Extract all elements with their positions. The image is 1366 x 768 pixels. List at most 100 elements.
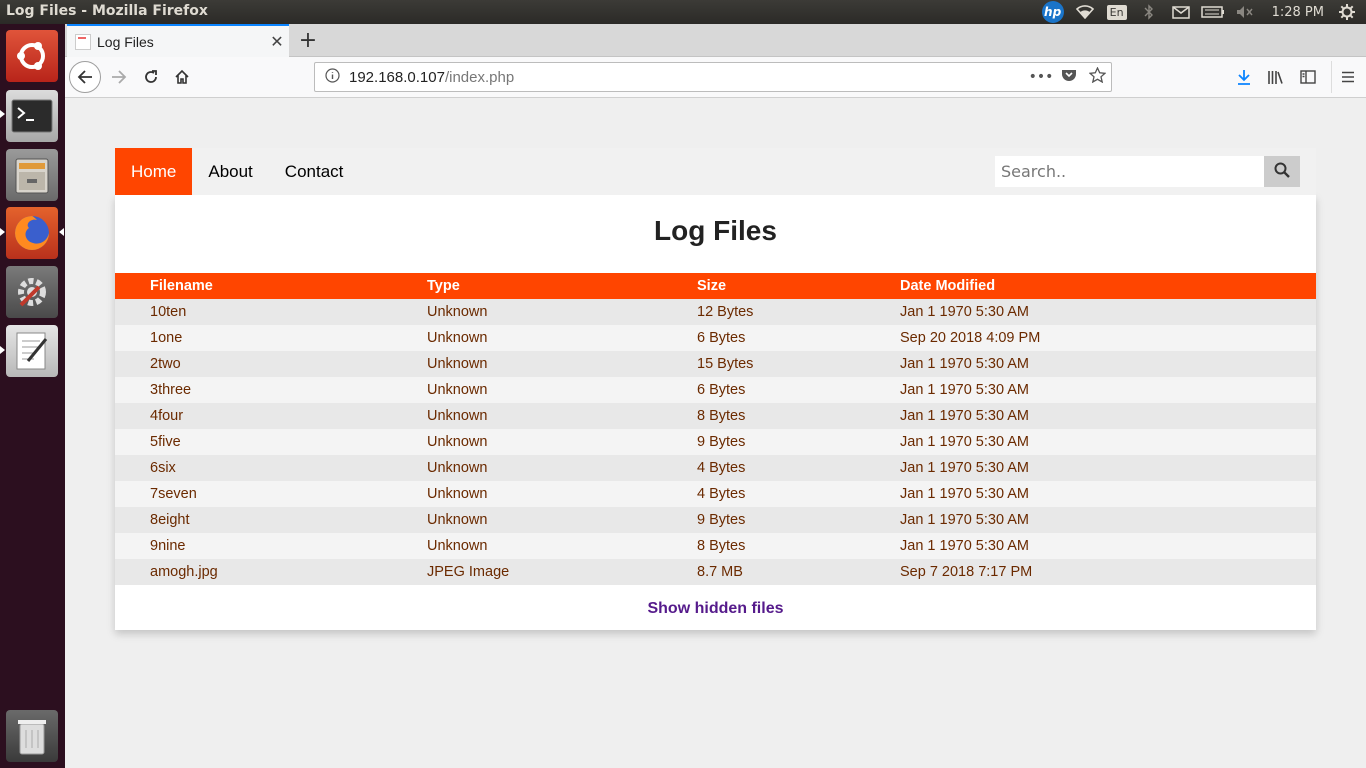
cell-type: JPEG Image	[427, 564, 510, 580]
terminal-icon[interactable]	[6, 90, 58, 142]
nav-contact[interactable]: Contact	[269, 148, 360, 195]
url-bar[interactable]: 192.168.0.107/index.php •••	[314, 62, 1112, 92]
cell-type: Unknown	[427, 356, 488, 372]
hp-icon[interactable]: hp	[1040, 0, 1066, 24]
ubuntu-dash-icon[interactable]	[6, 30, 58, 82]
firefox-icon[interactable]	[6, 207, 58, 259]
files-table: Filename Type Size Date Modified 10ten Un…	[115, 273, 1316, 585]
running-indicator	[0, 228, 5, 236]
tab-log-files[interactable]: Log Files ✕	[67, 24, 289, 57]
cell-size: 4 Bytes	[697, 460, 746, 476]
clock[interactable]: 1:28 PM	[1272, 5, 1324, 20]
reload-icon[interactable]	[135, 61, 167, 93]
url-text[interactable]: 192.168.0.107/index.php	[349, 69, 1027, 86]
favicon-icon	[75, 33, 91, 50]
table-row[interactable]: 10ten Unknown 12 Bytes Jan 1 1970 5:30 AM	[115, 299, 1316, 325]
downloads-icon[interactable]	[1228, 61, 1260, 93]
battery-icon[interactable]	[1200, 0, 1226, 24]
nav-toolbar: 192.168.0.107/index.php •••	[65, 57, 1366, 98]
forward-button-icon[interactable]	[103, 61, 135, 93]
table-row[interactable]: 2two Unknown 15 Bytes Jan 1 1970 5:30 AM	[115, 351, 1316, 377]
cell-filename[interactable]: 7seven	[115, 481, 427, 507]
cell-filename[interactable]: 8eight	[115, 507, 427, 533]
menu-icon[interactable]	[1331, 61, 1363, 93]
cell-date: Jan 1 1970 5:30 AM	[900, 408, 1029, 424]
site-info-icon[interactable]	[319, 67, 345, 87]
wifi-icon[interactable]	[1072, 0, 1098, 24]
column-header-size[interactable]: Size	[697, 273, 900, 299]
keyboard-layout-icon[interactable]: En	[1104, 0, 1130, 24]
cell-size: 8.7 MB	[697, 564, 743, 580]
search-input[interactable]	[995, 156, 1264, 187]
cell-date: Jan 1 1970 5:30 AM	[900, 434, 1029, 450]
cell-filename[interactable]: 2two	[115, 351, 427, 377]
bookmark-star-icon[interactable]	[1083, 66, 1111, 87]
cell-size: 15 Bytes	[697, 356, 754, 372]
table-row[interactable]: 3three Unknown 6 Bytes Jan 1 1970 5:30 AM	[115, 377, 1316, 403]
cell-date: Jan 1 1970 5:30 AM	[900, 512, 1029, 528]
cell-type: Unknown	[427, 408, 488, 424]
table-row[interactable]: 5five Unknown 9 Bytes Jan 1 1970 5:30 AM	[115, 429, 1316, 455]
cell-size: 6 Bytes	[697, 330, 746, 346]
settings-gear-icon[interactable]	[1334, 0, 1360, 24]
cell-filename[interactable]: 1one	[115, 325, 427, 351]
library-icon[interactable]	[1260, 61, 1292, 93]
cell-date: Jan 1 1970 5:30 AM	[900, 304, 1029, 320]
table-row[interactable]: 4four Unknown 8 Bytes Jan 1 1970 5:30 AM	[115, 403, 1316, 429]
tab-label: Log Files	[97, 33, 154, 50]
trash-icon[interactable]	[6, 710, 58, 762]
page-title: Log Files	[654, 215, 777, 246]
launcher	[0, 24, 65, 768]
nav-about[interactable]: About	[192, 148, 268, 195]
cell-date: Jan 1 1970 5:30 AM	[900, 486, 1029, 502]
column-header-date-modified[interactable]: Date Modified	[900, 273, 1316, 299]
cell-size: 8 Bytes	[697, 538, 746, 554]
cell-type: Unknown	[427, 486, 488, 502]
volume-icon[interactable]	[1232, 0, 1258, 24]
page-actions-icon[interactable]: •••	[1027, 69, 1055, 85]
table-row[interactable]: amogh.jpg JPEG Image 8.7 MB Sep 7 2018 7:17…	[115, 559, 1316, 585]
search-button[interactable]	[1264, 156, 1300, 187]
cell-filename[interactable]: 5five	[115, 429, 427, 455]
table-row[interactable]: 7seven Unknown 4 Bytes Jan 1 1970 5:30 AM	[115, 481, 1316, 507]
home-icon[interactable]	[166, 61, 198, 93]
table-row[interactable]: 1one Unknown 6 Bytes Sep 20 2018 4:09 PM	[115, 325, 1316, 351]
sidebar-icon[interactable]	[1292, 61, 1324, 93]
cell-filename[interactable]: 6six	[115, 455, 427, 481]
cell-date: Jan 1 1970 5:30 AM	[900, 356, 1029, 372]
column-header-filename[interactable]: Filename	[115, 273, 427, 299]
back-button-icon[interactable]	[69, 61, 101, 93]
os-top-panel: Log Files - Mozilla Firefox hp En 1:28 P…	[0, 0, 1366, 24]
cell-date: Jan 1 1970 5:30 AM	[900, 538, 1029, 554]
text-editor-icon[interactable]	[6, 325, 58, 377]
column-header-type[interactable]: Type	[427, 273, 697, 299]
cell-size: 8 Bytes	[697, 408, 746, 424]
show-hidden-container: Show hidden files	[115, 585, 1316, 630]
tab-strip: Log Files ✕ +	[65, 24, 1366, 57]
cell-size: 9 Bytes	[697, 434, 746, 450]
running-indicator	[0, 346, 5, 354]
bluetooth-icon[interactable]	[1136, 0, 1162, 24]
cell-filename[interactable]: 9nine	[115, 533, 427, 559]
table-row[interactable]: 8eight Unknown 9 Bytes Jan 1 1970 5:30 AM	[115, 507, 1316, 533]
show-hidden-files-link[interactable]: Show hidden files	[647, 600, 783, 617]
close-tab-icon[interactable]: ✕	[265, 32, 289, 51]
cell-type: Unknown	[427, 434, 488, 450]
new-tab-icon[interactable]: +	[293, 24, 323, 57]
running-indicator	[0, 110, 5, 118]
table-row[interactable]: 9nine Unknown 8 Bytes Jan 1 1970 5:30 AM	[115, 533, 1316, 559]
cell-filename[interactable]: 3three	[115, 377, 427, 403]
system-settings-icon[interactable]	[6, 266, 58, 318]
cell-filename[interactable]: 10ten	[115, 299, 427, 325]
cell-filename[interactable]: amogh.jpg	[115, 559, 427, 585]
cell-date: Sep 7 2018 7:17 PM	[900, 564, 1033, 580]
files-icon[interactable]	[6, 149, 58, 201]
cell-size: 12 Bytes	[697, 304, 754, 320]
nav-home[interactable]: Home	[115, 148, 193, 195]
pocket-icon[interactable]	[1055, 68, 1083, 87]
table-row[interactable]: 6six Unknown 4 Bytes Jan 1 1970 5:30 AM	[115, 455, 1316, 481]
window-title: Log Files - Mozilla Firefox	[6, 3, 208, 19]
cell-filename[interactable]: 4four	[115, 403, 427, 429]
mail-icon[interactable]	[1168, 0, 1194, 24]
cell-type: Unknown	[427, 460, 488, 476]
